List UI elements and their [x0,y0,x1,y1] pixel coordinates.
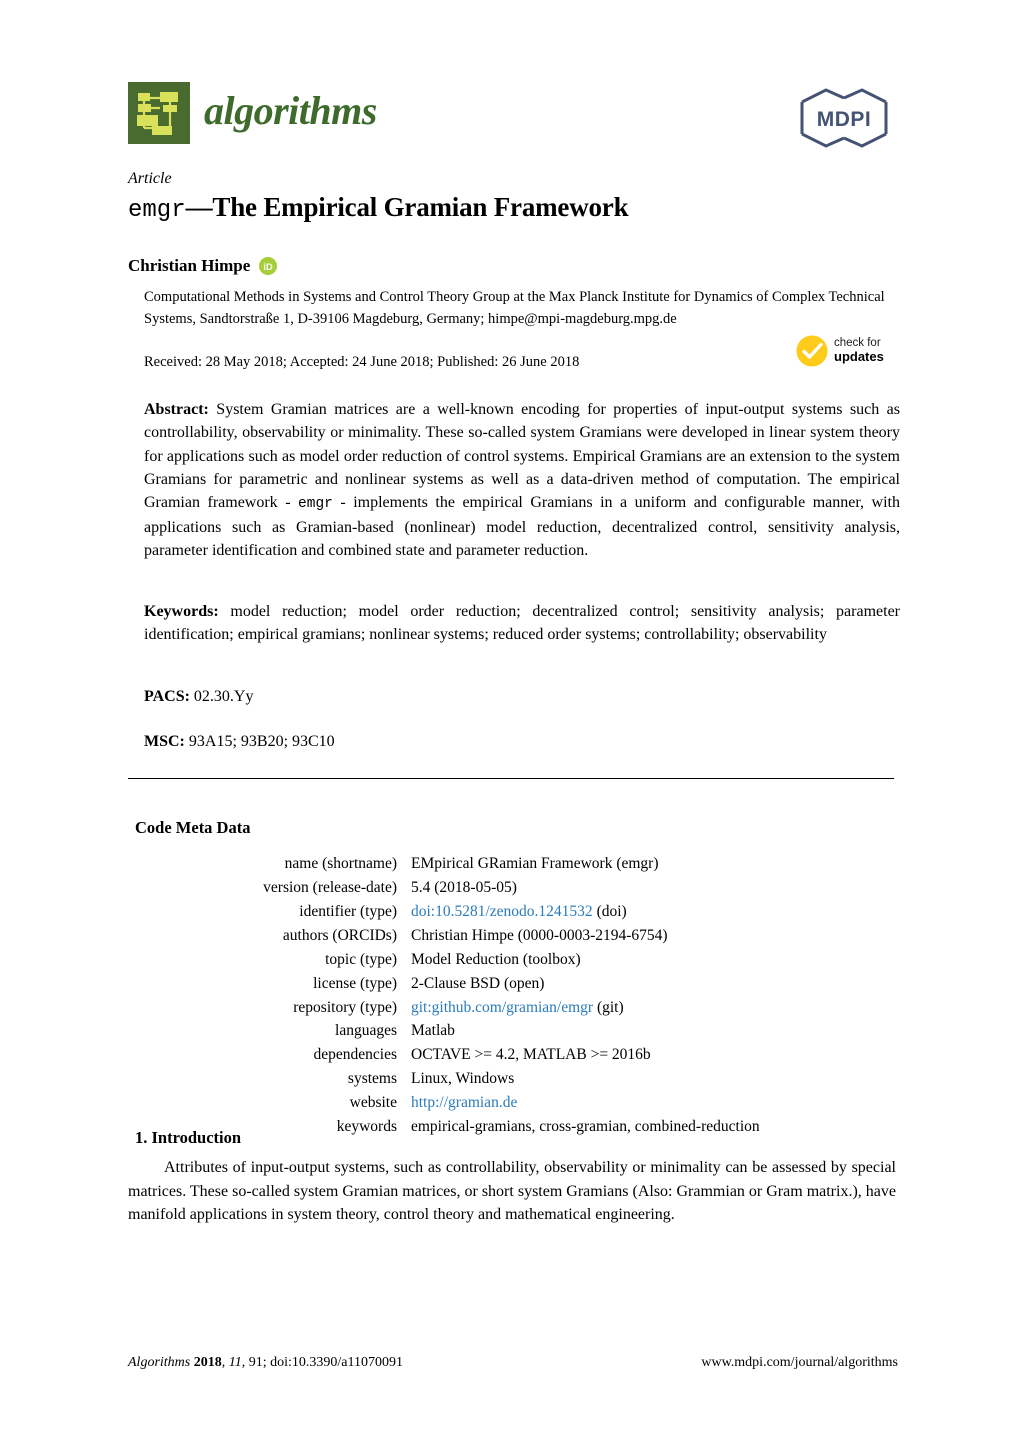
table-row: repository (type) git:github.com/gramian/… [135,995,895,1019]
meta-value-cell: Model Reduction (toolbox) [411,947,895,971]
meta-value-text: OCTAVE >= 4.2, MATLAB >= 2016b [411,1046,651,1064]
code-meta-data-table: name (shortname) EMpirical GRamian Framew… [135,852,895,1138]
svg-text:iD: iD [264,262,274,273]
meta-value-cell: OCTAVE >= 4.2, MATLAB >= 2016b [411,1043,895,1067]
meta-key-cell: languages [335,1022,397,1040]
meta-value-text: Matlab [411,1022,455,1040]
meta-value-link[interactable]: http://gramian.de [411,1094,517,1111]
keywords-section: Keywords: model reduction; model order r… [144,600,900,647]
publication-dates: Received: 28 May 2018; Accepted: 24 June… [144,354,580,370]
pacs-section: PACS: 02.30.Yy [144,688,900,706]
footer-citation: Algorithms 2018, 11, 91; doi:10.3390/a11… [128,1355,403,1370]
meta-value-text: 2-Clause BSD (open) [411,974,545,992]
table-row: identifier (type) doi:10.5281/zenodo.1241… [135,900,895,924]
meta-value-text: 5.4 (2018-05-05) [411,879,517,897]
meta-value-suffix: (git) [593,998,624,1016]
msc-text: 93A15; 93B20; 93C10 [188,733,335,750]
author-affiliation: Computational Methods in Systems and Con… [144,289,885,328]
author-byline: Christian Himpe iD [128,256,278,276]
meta-value-cell: empirical-gramians, cross-gramian, combi… [411,1114,895,1138]
meta-value-text: empirical-gramians, cross-gramian, combi… [411,1117,760,1135]
page-title-mono: emgr [128,197,186,224]
meta-value-cell: Linux, Windows [411,1067,895,1091]
meta-key-cell: dependencies [313,1046,398,1064]
horizontal-divider [128,778,894,779]
page-title-rest: —The Empirical Gramian Framework [185,192,629,222]
meta-value-cell: 5.4 (2018-05-05) [411,876,895,900]
introduction-heading: 1. Introduction [135,1128,242,1147]
table-row: systems Linux, Windows [135,1067,895,1091]
meta-value-cell: http://gramian.de [411,1091,895,1115]
meta-value-link[interactable]: doi:10.5281/zenodo.1241532 [411,903,593,920]
check-for-updates-text: check for updates [834,337,884,364]
meta-value-text: Model Reduction (toolbox) [411,950,581,968]
journal-title: algorithms [204,88,377,133]
abstract-section: Abstract: System Gramian matrices are a … [144,398,900,562]
introduction-paragraph: Attributes of input-output systems, such… [128,1159,896,1224]
meta-key-cell: topic (type) [325,950,397,968]
article-type-label: Article [128,170,172,187]
meta-key-cell: name (shortname) [284,855,397,873]
msc-section: MSC: 93A15; 93B20; 93C10 [144,733,900,751]
meta-value-cell: Christian Himpe (0000-0003-2194-6754) [411,924,895,948]
table-row: license (type) 2-Clause BSD (open) [135,971,895,995]
meta-value-suffix: (doi) [592,903,627,921]
meta-key-cell: authors (ORCIDs) [282,926,397,944]
meta-key-cell: license (type) [313,974,397,992]
keywords-text: model reduction; model order reduction; … [144,603,901,644]
check-for-updates-badge[interactable]: check for updates [795,332,900,370]
masthead: algorithms MDPI [128,82,892,158]
meta-value-text: Christian Himpe (0000-0003-2194-6754) [411,926,668,944]
svg-text:MDPI: MDPI [817,108,872,131]
meta-key-cell: version (release-date) [263,879,397,897]
meta-key-cell: repository (type) [293,998,397,1016]
author-name: Christian Himpe [128,256,251,275]
footer-citation-rest: , 91; doi:10.3390/a11070091 [241,1355,403,1370]
footer-volume: 11 [228,1355,242,1370]
table-row: keywords empirical-gramians, cross-gramia… [135,1114,895,1138]
meta-value-cell: doi:10.5281/zenodo.1241532 (doi) [411,900,895,924]
table-row: version (release-date) 5.4 (2018-05-05) [135,876,895,900]
meta-value-cell: EMpirical GRamian Framework (emgr) [411,852,895,876]
table-row: authors (ORCIDs) Christian Himpe (0000-00… [135,924,895,948]
footer-journal-name: Algorithms [128,1355,191,1370]
meta-key-cell: identifier (type) [299,903,397,921]
paper-page: algorithms MDPI Article emgr—The Empiric… [0,0,1020,1442]
footer-year: 2018 [193,1355,222,1370]
check-circle-icon [795,334,829,368]
meta-key-cell: systems [347,1070,397,1088]
keywords-label: Keywords: [144,603,219,620]
algorithms-flowchart-logo-icon [128,82,190,144]
meta-value-link[interactable]: git:github.com/gramian/emgr [411,999,593,1016]
mdpi-hexagon-logo-icon: MDPI [796,86,892,150]
footer-journal-url: www.mdpi.com/journal/algorithms [701,1355,898,1370]
abstract-label: Abstract: [144,401,209,418]
meta-value-cell: 2-Clause BSD (open) [411,971,895,995]
cfu-line-2: updates [834,349,884,365]
msc-label: MSC: [144,733,185,750]
meta-value-cell: git:github.com/gramian/emgr (git) [411,995,895,1019]
page-title: emgr—The Empirical Gramian Framework [128,192,898,225]
code-meta-data-heading: Code Meta Data [135,818,251,837]
abstract-mono-token: emgr [298,496,333,513]
meta-value-text: EMpirical GRamian Framework (emgr) [411,855,659,873]
table-row: website http://gramian.de [135,1091,895,1115]
journal-brand: algorithms [128,82,377,144]
code-meta-data-body: name (shortname) EMpirical GRamian Framew… [135,852,895,1138]
meta-value-text: Linux, Windows [411,1070,515,1088]
table-row: languages Matlab [135,1019,895,1043]
table-row: dependencies OCTAVE >= 4.2, MATLAB >= 201… [135,1043,895,1067]
pacs-label: PACS: [144,688,190,705]
orcid-id-icon[interactable]: iD [259,257,278,275]
meta-value-cell: Matlab [411,1019,895,1043]
table-row: name (shortname) EMpirical GRamian Framew… [135,852,895,876]
meta-key-cell: website [349,1093,397,1111]
table-row: topic (type) Model Reduction (toolbox) [135,947,895,971]
pacs-text: 02.30.Yy [193,688,254,705]
